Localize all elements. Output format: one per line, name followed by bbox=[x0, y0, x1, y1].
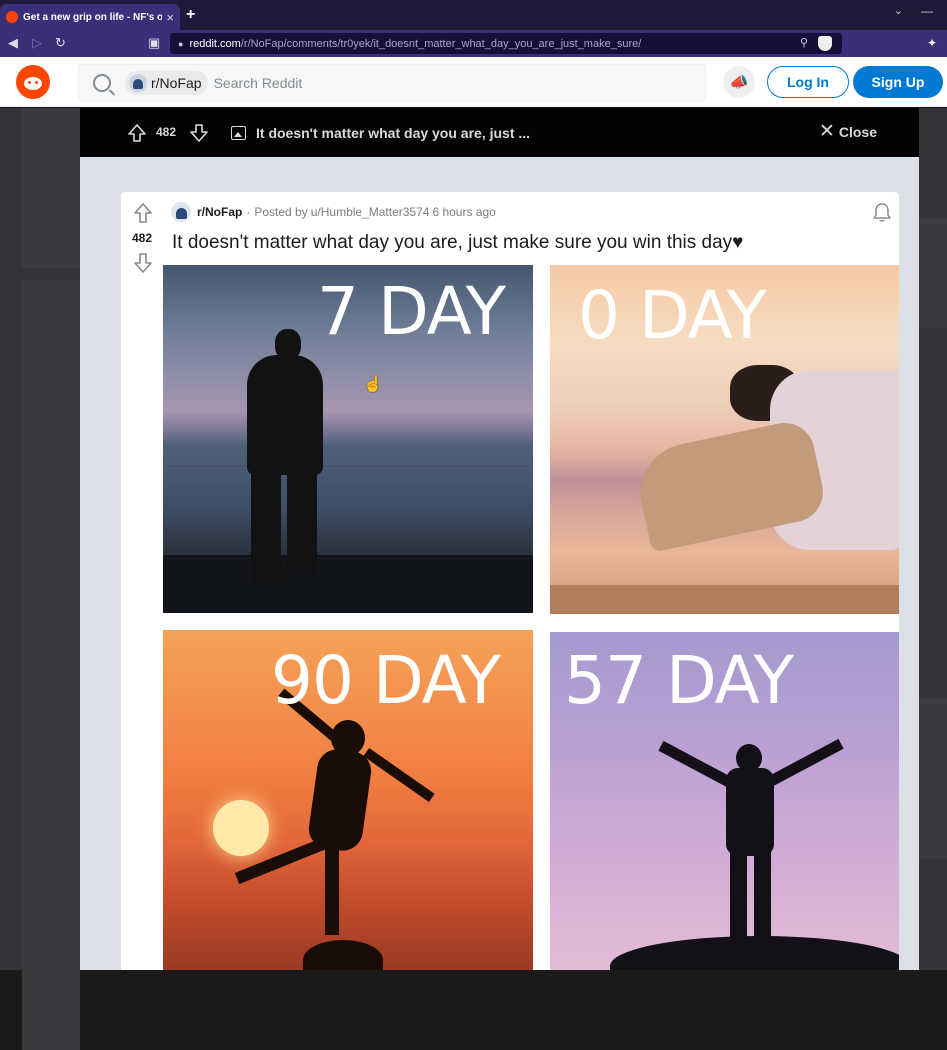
minimize-icon[interactable]: — bbox=[921, 4, 933, 18]
person-leg bbox=[287, 465, 317, 575]
post-overlay-bar: 482 It doesn't matter what day you are, … bbox=[80, 108, 919, 157]
mouse-cursor-icon: ☝ bbox=[363, 376, 383, 393]
person-leg bbox=[730, 850, 747, 940]
tab-title: Get a new grip on life - NF's offici bbox=[23, 11, 163, 23]
downvote-icon[interactable] bbox=[189, 123, 209, 143]
background-post-card bbox=[22, 280, 80, 1050]
url-host: reddit.com bbox=[189, 37, 241, 50]
person-body bbox=[247, 355, 323, 475]
browser-address-bar: ◀ ▷ ↻ ▣ ● reddit.com /r/NoFap/comments/t… bbox=[0, 30, 947, 57]
person-leg bbox=[754, 850, 771, 940]
tab-close-button[interactable]: × bbox=[166, 10, 174, 25]
person-leg bbox=[251, 465, 281, 585]
person-arm bbox=[764, 738, 844, 789]
shore-ground bbox=[163, 555, 533, 613]
subreddit-chip-label: r/NoFap bbox=[151, 75, 202, 91]
panel-label: 0 DAY bbox=[578, 277, 767, 354]
signup-button[interactable]: Sign Up bbox=[853, 66, 943, 98]
forward-icon[interactable]: ▷ bbox=[32, 35, 42, 51]
subreddit-avatar[interactable] bbox=[171, 202, 191, 222]
browser-tab[interactable]: Get a new grip on life - NF's offici × bbox=[0, 4, 180, 30]
rock bbox=[610, 936, 899, 970]
background-sidebar-card bbox=[919, 218, 947, 328]
horizon-line bbox=[163, 465, 533, 467]
search-icon bbox=[93, 74, 111, 92]
post-score: 482 bbox=[131, 231, 153, 245]
post-bar-title: It doesn't matter what day you are, just… bbox=[256, 125, 531, 141]
panel-label: 7 DAY bbox=[317, 273, 506, 350]
subreddit-avatar bbox=[129, 74, 147, 92]
close-label: Close bbox=[838, 124, 877, 140]
subreddit-link[interactable]: r/NoFap bbox=[197, 205, 242, 219]
image-icon bbox=[231, 126, 246, 140]
bell-icon[interactable] bbox=[871, 201, 893, 223]
post-title[interactable]: It doesn't matter what day you are, just… bbox=[172, 232, 743, 254]
search-input[interactable]: Search Reddit bbox=[214, 75, 303, 91]
reload-icon[interactable]: ↻ bbox=[55, 35, 66, 51]
extensions-icon[interactable]: ✦ bbox=[927, 36, 937, 50]
downvote-icon[interactable] bbox=[133, 252, 153, 274]
background-post-card bbox=[22, 108, 80, 268]
post-time[interactable]: 6 hours ago bbox=[432, 205, 495, 219]
url-field[interactable]: ● reddit.com /r/NoFap/comments/tr0yek/it… bbox=[170, 33, 842, 54]
image-panel-0-day[interactable]: 0 DAY bbox=[550, 265, 899, 614]
upvote-icon[interactable] bbox=[127, 123, 147, 143]
brave-shield-icon[interactable] bbox=[818, 36, 832, 51]
reddit-header: r/NoFap Search Reddit 📣 Log In Sign Up bbox=[0, 57, 947, 107]
login-button[interactable]: Log In bbox=[767, 66, 849, 98]
bookmark-icon[interactable]: ▣ bbox=[148, 35, 160, 51]
person-arm bbox=[363, 747, 435, 803]
image-panel-90-day[interactable]: 90 DAY bbox=[163, 630, 533, 970]
close-icon: ✕ bbox=[818, 121, 835, 142]
image-panel-57-day[interactable]: 57 DAY bbox=[550, 632, 899, 970]
panel-label: 90 DAY bbox=[271, 642, 501, 719]
reddit-favicon-icon bbox=[6, 11, 18, 23]
new-tab-button[interactable]: + bbox=[186, 6, 195, 24]
url-path: /r/NoFap/comments/tr0yek/it_doesnt_matte… bbox=[240, 37, 642, 50]
posted-by-label: Posted by bbox=[254, 205, 308, 219]
lock-icon: ● bbox=[178, 38, 184, 49]
person-leg bbox=[325, 845, 339, 935]
post-meta: r/NoFap · Posted by u/Humble_Matter3574 … bbox=[171, 202, 496, 222]
upvote-icon[interactable] bbox=[133, 202, 153, 224]
browser-tab-bar: Get a new grip on life - NF's offici × +… bbox=[0, 0, 947, 30]
reddit-logo-icon[interactable] bbox=[16, 65, 50, 99]
rock bbox=[303, 940, 383, 970]
chevron-down-icon[interactable]: ⌄ bbox=[894, 4, 903, 17]
zoom-icon[interactable]: ⚲ bbox=[800, 36, 808, 49]
person-body bbox=[306, 746, 374, 854]
sun bbox=[213, 800, 269, 856]
back-icon[interactable]: ◀ bbox=[8, 35, 18, 51]
search-bar[interactable]: r/NoFap Search Reddit bbox=[78, 64, 706, 102]
image-panel-7-day[interactable]: 7 DAY bbox=[163, 265, 533, 613]
panel-label: 57 DAY bbox=[564, 642, 794, 719]
background-sidebar-card bbox=[919, 698, 947, 858]
advertise-icon[interactable]: 📣 bbox=[723, 66, 755, 98]
author-link[interactable]: u/Humble_Matter3574 bbox=[311, 205, 430, 219]
meta-separator: · bbox=[246, 205, 251, 219]
close-button[interactable]: ✕ Close bbox=[818, 121, 877, 142]
subreddit-chip[interactable]: r/NoFap bbox=[125, 71, 208, 95]
post-bar-score: 482 bbox=[156, 125, 177, 139]
person-arm bbox=[658, 740, 738, 791]
ground bbox=[550, 585, 899, 614]
